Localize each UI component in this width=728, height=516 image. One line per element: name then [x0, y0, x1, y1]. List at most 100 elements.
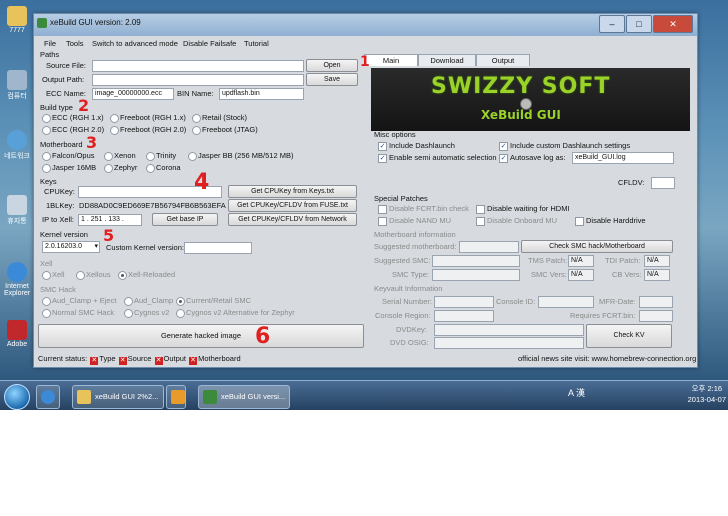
generate-hacked-image-button[interactable]: Generate hacked image: [38, 324, 364, 348]
get-cpukey-keys-button[interactable]: Get CPUKey from Keys.txt: [228, 185, 357, 198]
status-label: Current status:: [38, 354, 88, 363]
menu-tutorial[interactable]: Tutorial: [244, 39, 269, 48]
output-path-label: Output Path:: [42, 75, 85, 84]
radio-zephyr[interactable]: [104, 164, 113, 173]
desktop-icon-adobe[interactable]: Adobe: [4, 320, 30, 348]
taskbar: xeBuild GUI 2%2... xeBuild GUI versi... …: [0, 380, 728, 410]
desktop-icon-ie[interactable]: Internet Explorer: [4, 262, 30, 297]
desktop-icon-network[interactable]: 네트워크: [4, 130, 30, 161]
taskbar-xebuild[interactable]: xeBuild GUI versi...: [198, 385, 290, 409]
kernel-version-select[interactable]: 2.0.16203.0 ▾: [42, 241, 100, 253]
tms-patch-value: N/A: [568, 255, 594, 267]
disable-harddrive-checkbox[interactable]: [575, 217, 584, 226]
menu-tools[interactable]: Tools: [66, 39, 84, 48]
desktop-icon-computer[interactable]: 컴퓨터: [4, 70, 30, 101]
tab-download[interactable]: Download: [418, 54, 476, 66]
menu-switch-advanced[interactable]: Switch to advanced mode: [92, 39, 178, 48]
status-error-icon: ✕: [90, 357, 99, 365]
radio-jasper16[interactable]: [42, 164, 51, 173]
radio-corona[interactable]: [146, 164, 155, 173]
smc-type-label: SMC Type:: [392, 270, 429, 279]
tab-output[interactable]: Output: [476, 54, 530, 66]
tab-main[interactable]: Main: [364, 54, 418, 66]
include-custom-checkbox[interactable]: ✓: [499, 142, 508, 151]
desktop-icon-recycle-bin[interactable]: 휴지통: [4, 195, 30, 226]
radio-xenon[interactable]: [104, 152, 113, 161]
requires-fcrt-field: [639, 310, 673, 322]
media-player-icon: [171, 390, 185, 404]
radio-audclamp[interactable]: [124, 297, 133, 306]
tray-ime-indicator[interactable]: A 漢: [568, 386, 585, 399]
source-file-label: Source File:: [46, 61, 87, 70]
radio-retail-smc[interactable]: [176, 297, 185, 306]
adobe-icon: [7, 320, 27, 340]
log-name-input[interactable]: xeBuild_GUI.log: [572, 152, 674, 164]
cfldv-input[interactable]: [651, 177, 675, 189]
semi-auto-checkbox[interactable]: ✓: [378, 154, 387, 163]
radio-xell[interactable]: [42, 271, 51, 280]
radio-ecc-rgh2[interactable]: [42, 126, 51, 135]
radio-falcon[interactable]: [42, 152, 51, 161]
official-site-link[interactable]: official news site visit: www.homebrew-c…: [518, 354, 696, 363]
get-base-ip-button[interactable]: Get base IP: [152, 213, 218, 226]
disable-onboard-mu-checkbox[interactable]: [476, 217, 485, 226]
radio-freeboot-rgh1[interactable]: [110, 114, 119, 123]
radio-freeboot-jtag[interactable]: [192, 126, 201, 135]
radio-cygnos-zephyr[interactable]: [176, 309, 185, 318]
radio-audclamp-eject[interactable]: [42, 297, 51, 306]
radio-jasper-bb[interactable]: [188, 152, 197, 161]
menu-disable-failsafe[interactable]: Disable Failsafe: [183, 39, 236, 48]
check-smc-button[interactable]: Check SMC hack/Motherboard: [521, 240, 673, 253]
menu-file[interactable]: File: [44, 39, 56, 48]
desktop-icon-folder[interactable]: 7777: [4, 6, 30, 34]
minimize-button[interactable]: –: [599, 15, 625, 33]
disable-fcrt-checkbox[interactable]: [378, 205, 387, 214]
status-bar: Current status: ✕ Type ✕ Source ✕ Output ✕ M…: [34, 351, 697, 366]
get-cpukey-network-button[interactable]: Get CPUKey/CFLDV from Network: [228, 213, 357, 226]
save-button[interactable]: Save: [306, 73, 358, 86]
close-button[interactable]: ✕: [653, 15, 693, 33]
maximize-button[interactable]: □: [626, 15, 652, 33]
radio-cygnos[interactable]: [124, 309, 133, 318]
output-path-input[interactable]: [92, 74, 304, 86]
taskbar-ie[interactable]: [36, 385, 60, 409]
ecc-name-input[interactable]: image_00000000.ecc: [92, 88, 174, 100]
window-titlebar[interactable]: xeBuild GUI version: 2.09 – □ ✕: [34, 14, 697, 36]
internet-explorer-icon: [7, 262, 27, 282]
radio-xellous[interactable]: [76, 271, 85, 280]
taskbar-folder[interactable]: xeBuild GUI 2%2...: [72, 385, 164, 409]
radio-retail[interactable]: [192, 114, 201, 123]
custom-kernel-input[interactable]: [184, 242, 252, 254]
include-dashlaunch-checkbox[interactable]: ✓: [378, 142, 387, 151]
bin-name-input[interactable]: updflash.bin: [219, 88, 304, 100]
status-bar-items: Current status: ✕ Type ✕ Source ✕ Output ✕ M…: [38, 354, 241, 365]
menubar: File Tools Switch to advanced mode Disab…: [34, 37, 394, 49]
disable-nand-mu-label: Disable NAND MU: [389, 216, 452, 225]
smc-vers-label: SMC Vers:: [531, 270, 567, 279]
radio-normal-smc[interactable]: [42, 309, 51, 318]
radio-xell-reloaded[interactable]: [118, 271, 127, 280]
start-button[interactable]: [4, 384, 30, 410]
get-cpukey-fuse-button[interactable]: Get CPUKey/CFLDV from FUSE.txt: [228, 199, 357, 212]
ip-xell-input[interactable]: 1 . 251 . 133 .: [78, 214, 142, 226]
semi-auto-label: Enable semi automatic selection: [389, 153, 497, 162]
source-file-input[interactable]: [92, 60, 304, 72]
disable-hdmi-checkbox[interactable]: [476, 205, 485, 214]
taskbar-media[interactable]: [166, 385, 186, 409]
autosave-checkbox[interactable]: ✓: [499, 154, 508, 163]
tray-clock[interactable]: 오후 2:16 2013-04-07: [688, 383, 726, 405]
recycle-bin-icon: [7, 195, 27, 215]
serial-number-label: Serial Number:: [382, 297, 433, 306]
kernel-version-heading: Kernel version: [40, 230, 88, 239]
onebl-key-label: 1BLKey:: [46, 201, 75, 210]
network-icon: [7, 130, 27, 150]
radio-trinity[interactable]: [146, 152, 155, 161]
check-kv-button[interactable]: Check KV: [586, 324, 672, 348]
status-error-icon: ✕: [189, 357, 198, 365]
disable-nand-mu-checkbox[interactable]: [378, 217, 387, 226]
radio-ecc-rgh1[interactable]: [42, 114, 51, 123]
xebuild-icon: [203, 390, 217, 404]
open-button[interactable]: Open: [306, 59, 358, 72]
radio-freeboot-rgh2[interactable]: [110, 126, 119, 135]
annotation-1: 1: [360, 54, 370, 70]
